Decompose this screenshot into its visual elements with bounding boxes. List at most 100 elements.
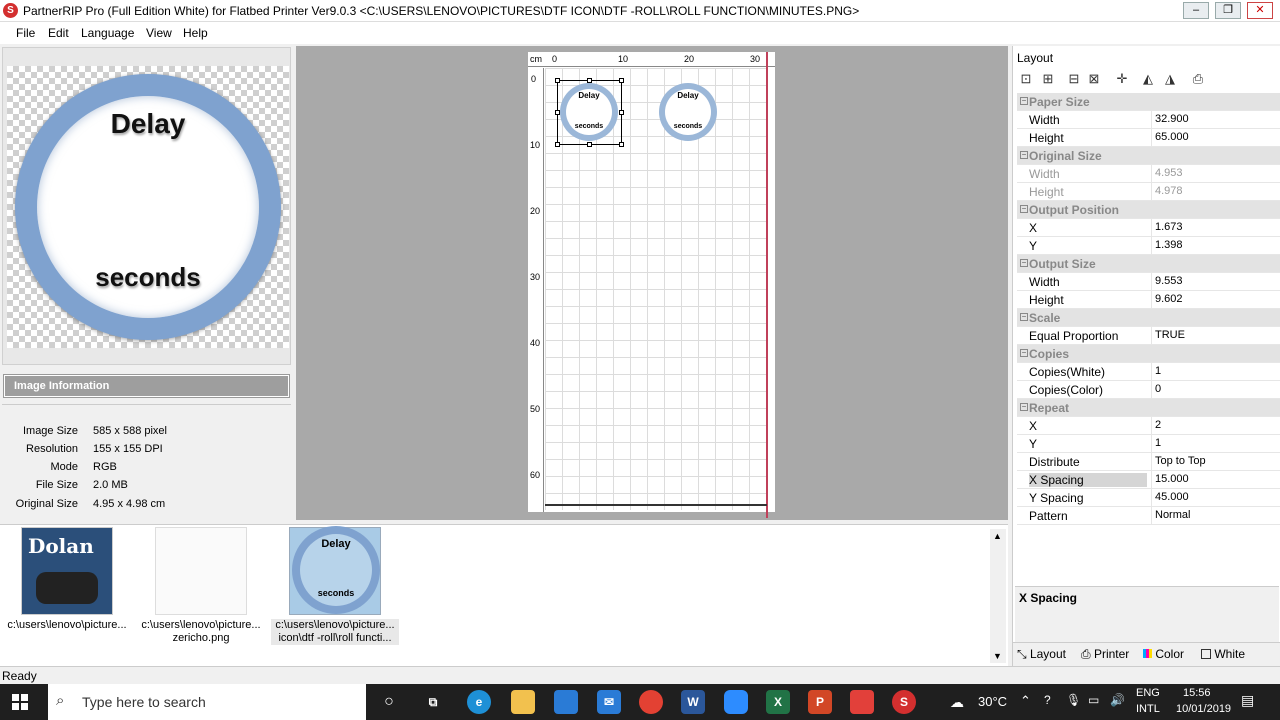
transparent-checkerboard: Delay seconds — [7, 66, 289, 348]
ruler-tick-label: 0 — [552, 54, 558, 64]
align-left-icon[interactable]: ⊡ — [1017, 70, 1035, 88]
prop-equal-proportion[interactable]: Equal Proportion TRUE — [1017, 327, 1280, 345]
resize-handle[interactable] — [587, 78, 592, 83]
weather-temp: 30°C — [978, 694, 1008, 709]
resize-handle[interactable] — [587, 142, 592, 147]
help-icon[interactable]: ? — [1044, 693, 1051, 707]
input-layout[interactable]: INTL — [1136, 703, 1160, 715]
task-view-icon[interactable]: ⧉ — [421, 690, 445, 714]
align-horizontal-icon[interactable]: ⊟ — [1065, 70, 1083, 88]
prop-y-spacing[interactable]: Y Spacing 45.000 — [1017, 489, 1280, 507]
tab-layout[interactable]: ⤡ Layout — [1017, 647, 1066, 662]
tab-color[interactable]: Color — [1143, 647, 1184, 661]
info-value: RGB — [93, 461, 117, 473]
category-original-size[interactable]: − Original Size — [1017, 147, 1280, 165]
capcut-icon[interactable] — [850, 690, 874, 714]
menu-file[interactable]: File — [16, 26, 35, 40]
scroll-up-icon[interactable]: ▲ — [993, 531, 1002, 541]
ruler-unit: cm — [530, 54, 542, 64]
resize-handle[interactable] — [555, 78, 560, 83]
resize-handle[interactable] — [555, 142, 560, 147]
scroll-down-icon[interactable]: ▼ — [993, 651, 1002, 661]
flip-vertical-icon[interactable]: ◮ — [1161, 70, 1179, 88]
notifications-icon[interactable]: ▤ — [1241, 692, 1254, 709]
thumbnail-scrollbar[interactable]: ▲ ▼ — [990, 529, 1006, 663]
category-output-position[interactable]: − Output Position — [1017, 201, 1280, 219]
partnerrip-taskbar-icon[interactable]: S — [892, 690, 916, 714]
windows-taskbar: ⌕ Type here to search ○ ⧉ e ✉ W X P S ☁ … — [0, 684, 1280, 720]
image-thumbnail-strip: Dolan c:\users\lenovo\picture... c:\user… — [0, 524, 1008, 666]
category-repeat[interactable]: − Repeat — [1017, 399, 1280, 417]
selection-box[interactable] — [557, 80, 622, 145]
thumbnail-zericho[interactable] — [155, 527, 247, 615]
zoom-icon[interactable] — [724, 690, 748, 714]
prop-x-spacing[interactable]: X Spacing 15.000 — [1017, 471, 1280, 489]
word-icon[interactable]: W — [681, 690, 705, 714]
prop-repeat-y[interactable]: Y1 — [1017, 435, 1280, 453]
battery-icon[interactable]: ▭ — [1088, 693, 1099, 707]
menu-view[interactable]: View — [146, 26, 172, 40]
prop-paper-width[interactable]: Width 32.900 — [1017, 111, 1280, 129]
tab-white[interactable]: White — [1201, 647, 1245, 661]
prop-output-width[interactable]: Width 9.553 — [1017, 273, 1280, 291]
category-paper-size[interactable]: − Paper Size — [1017, 93, 1280, 111]
minimize-button[interactable]: – — [1183, 2, 1209, 19]
resize-handle[interactable] — [555, 110, 560, 115]
excel-icon[interactable]: X — [766, 690, 790, 714]
prop-original-height: Height 4.978 — [1017, 183, 1280, 201]
preview-text-bottom: seconds — [95, 262, 201, 292]
category-output-size[interactable]: − Output Size — [1017, 255, 1280, 273]
info-value: 585 x 588 pixel — [93, 425, 167, 437]
tab-printer[interactable]: ⎙ Printer — [1081, 647, 1129, 662]
layout-workspace[interactable]: cm 0 10 20 30 0 10 20 30 40 50 60 Delay … — [296, 46, 1008, 520]
chrome-icon[interactable] — [639, 690, 663, 714]
microphone-icon[interactable]: 🎙 — [1066, 693, 1081, 707]
prop-copies-color[interactable]: Copies(Color) 0 — [1017, 381, 1280, 399]
clock-date[interactable]: 10/01/2019 — [1176, 703, 1231, 715]
menu-help[interactable]: Help — [183, 26, 208, 40]
resize-handle[interactable] — [619, 110, 624, 115]
align-vertical-icon[interactable]: ⊠ — [1085, 70, 1103, 88]
taskbar-search-box[interactable]: ⌕ Type here to search — [48, 684, 366, 720]
thumbnail-minutes-selected[interactable]: Delay seconds — [289, 526, 381, 615]
print-paper[interactable]: cm 0 10 20 30 0 10 20 30 40 50 60 Delay … — [528, 52, 775, 518]
prop-repeat-x[interactable]: X2 — [1017, 417, 1280, 435]
store-icon[interactable] — [554, 690, 578, 714]
prop-position-y[interactable]: Y 1.398 — [1017, 237, 1280, 255]
title-bar: S PartnerRIP Pro (Full Edition White) fo… — [0, 0, 1280, 22]
menu-bar: File Edit Language View Help — [0, 22, 1280, 44]
prop-pattern[interactable]: Pattern Normal — [1017, 507, 1280, 525]
prop-paper-height[interactable]: Height 65.000 — [1017, 129, 1280, 147]
center-icon[interactable]: ✛ — [1113, 70, 1131, 88]
category-copies[interactable]: − Copies — [1017, 345, 1280, 363]
resize-handle[interactable] — [619, 142, 624, 147]
clock-time[interactable]: 15:56 — [1183, 687, 1211, 699]
tray-chevron-icon[interactable]: ⌃ — [1020, 693, 1031, 709]
flip-horizontal-icon[interactable]: ◭ — [1139, 70, 1157, 88]
prop-distribute[interactable]: Distribute Top to Top — [1017, 453, 1280, 471]
category-scale[interactable]: − Scale — [1017, 309, 1280, 327]
align-top-icon[interactable]: ⊞ — [1039, 70, 1057, 88]
volume-icon[interactable]: 🔊 — [1110, 693, 1125, 707]
prop-output-height[interactable]: Height 9.602 — [1017, 291, 1280, 309]
thumbnail-dolan[interactable]: Dolan — [21, 527, 113, 615]
resize-handle[interactable] — [619, 78, 624, 83]
mail-icon[interactable]: ✉ — [597, 690, 621, 714]
powerpoint-icon[interactable]: P — [808, 690, 832, 714]
cortana-icon[interactable]: ○ — [377, 690, 401, 714]
windows-start-icon[interactable] — [12, 694, 28, 710]
prop-position-x[interactable]: X 1.673 — [1017, 219, 1280, 237]
menu-edit[interactable]: Edit — [48, 26, 69, 40]
panel-title: Layout — [1017, 51, 1054, 65]
print-icon[interactable]: ⎙ — [1189, 70, 1207, 88]
file-explorer-icon[interactable] — [511, 690, 535, 714]
ruler-tick-label: 0 — [531, 74, 537, 84]
close-button[interactable]: ✕ — [1247, 2, 1273, 19]
ruler-tick-label: 20 — [530, 206, 541, 216]
placed-image-repeat[interactable]: Delay seconds — [659, 83, 717, 141]
input-language[interactable]: ENG — [1136, 687, 1160, 699]
prop-copies-white[interactable]: Copies(White) 1 — [1017, 363, 1280, 381]
maximize-button[interactable]: ❐ — [1215, 2, 1241, 19]
menu-language[interactable]: Language — [81, 26, 134, 40]
edge-browser-icon[interactable]: e — [467, 690, 491, 714]
